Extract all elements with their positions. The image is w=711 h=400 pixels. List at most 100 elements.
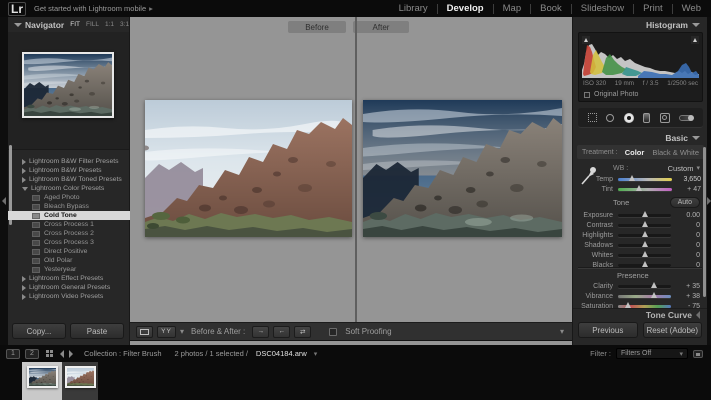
shadow-clipping-indicator[interactable] [582, 36, 590, 44]
preset-item[interactable]: Cross Process 1 [8, 220, 130, 229]
left-panel-collapse-strip[interactable] [0, 17, 8, 345]
slider-knob[interactable] [642, 211, 648, 217]
soft-proofing-checkbox[interactable] [329, 328, 337, 336]
thumbnail-selected[interactable] [22, 362, 62, 400]
preset-item[interactable]: Cross Process 3 [8, 238, 130, 247]
slider-knob[interactable] [642, 251, 648, 257]
zoom-fill[interactable]: FILL [86, 21, 99, 28]
preset-group[interactable]: Lightroom B&W Filter Presets [8, 157, 130, 166]
reset-button[interactable]: Reset (Adobe) [643, 322, 703, 338]
preset-item[interactable]: Yesteryear [8, 265, 130, 274]
treatment-color-option[interactable]: Color [625, 148, 645, 157]
original-photo-checkbox[interactable] [584, 92, 590, 98]
preset-group-expanded[interactable]: Lightroom Color Presets [8, 184, 130, 193]
tool-strip [578, 108, 703, 128]
grid-view-icon[interactable] [46, 350, 53, 357]
highlight-clipping-indicator[interactable] [691, 36, 699, 44]
presence-sliders: Clarity + 35 Vibrance + 38 Saturation - … [573, 281, 707, 311]
preset-group[interactable]: Lightroom General Presets [8, 283, 130, 292]
module-web[interactable]: Web [673, 4, 701, 14]
highlights-slider-track[interactable] [618, 234, 671, 237]
preset-item[interactable]: Old Polar [8, 256, 130, 265]
crop-tool[interactable] [588, 113, 597, 122]
before-after-view-button[interactable]: YY [157, 326, 176, 338]
radial-filter-tool[interactable] [660, 113, 670, 123]
treatment-bw-option[interactable]: Black & White [652, 148, 699, 157]
slider-knob[interactable] [642, 261, 648, 267]
after-photo[interactable] [363, 100, 562, 237]
filter-caret-icon: ▾ [679, 350, 683, 358]
zoom-fit[interactable]: FIT [70, 21, 80, 28]
thumbnail[interactable] [62, 362, 98, 400]
auto-tone-button[interactable]: Auto [670, 197, 700, 208]
selected-filename[interactable]: DSC04184.arw [256, 349, 307, 358]
wb-preset-dropdown[interactable]: Custom [668, 164, 694, 173]
filter-toggle-icon[interactable] [693, 350, 703, 358]
next-photo-arrow-icon[interactable] [69, 350, 73, 358]
iso-value: ISO 320 [583, 80, 606, 87]
previous-photo-arrow-icon[interactable] [60, 350, 64, 358]
second-window-button[interactable]: 2 [25, 349, 39, 359]
module-slideshow[interactable]: Slideshow [572, 4, 634, 14]
lightroom-mobile-promo[interactable]: Get started with Lightroom mobile▸ [34, 4, 153, 13]
navigator-preview[interactable] [22, 52, 114, 118]
paste-button[interactable]: Paste [70, 323, 124, 339]
histogram[interactable]: ISO 320 19 mm f / 3.5 1/2500 sec Origina… [578, 32, 703, 102]
main-window-button[interactable]: 1 [6, 349, 20, 359]
copy-before-to-after-button[interactable]: → [252, 326, 269, 338]
graduated-filter-tool[interactable] [643, 113, 650, 123]
preset-item-selected[interactable]: Cold Tone [8, 211, 130, 220]
toolbar-options-caret-icon[interactable]: ▾ [560, 327, 564, 336]
vibrance-slider-track[interactable] [618, 295, 671, 298]
zoom-1-1[interactable]: 1:1 [105, 21, 114, 28]
basic-panel-header[interactable]: Basic [573, 130, 707, 145]
whites-slider-track[interactable] [618, 254, 671, 257]
preset-group[interactable]: Lightroom B&W Toned Presets [8, 175, 130, 184]
preset-item[interactable]: Aged Photo [8, 193, 130, 202]
tint-slider-track[interactable] [618, 188, 672, 191]
slider-knob[interactable] [642, 231, 648, 237]
slider-knob[interactable] [629, 175, 635, 181]
slider-knob[interactable] [651, 282, 657, 288]
preset-item[interactable]: Bleach Bypass [8, 202, 130, 211]
module-map[interactable]: Map [494, 4, 531, 14]
copy-button[interactable]: Copy... [12, 323, 66, 339]
filename-caret-icon[interactable]: ▾ [314, 350, 318, 358]
previous-button[interactable]: Previous [578, 322, 638, 338]
loupe-view-button[interactable] [136, 326, 153, 338]
zoom-ratio[interactable]: 3:1 [120, 21, 129, 28]
preset-item[interactable]: Direct Positive [8, 247, 130, 256]
slider-knob[interactable] [636, 185, 642, 191]
navigator-header[interactable]: Navigator FIT FILL 1:1 3:1 [8, 17, 129, 32]
spot-removal-tool[interactable] [606, 114, 614, 122]
contrast-slider-track[interactable] [618, 224, 671, 227]
preset-item[interactable]: Cross Process 2 [8, 229, 130, 238]
exposure-slider-track[interactable] [618, 214, 671, 217]
adjustment-brush-tool[interactable] [679, 115, 693, 121]
module-library[interactable]: Library [390, 4, 438, 14]
slider-knob[interactable] [642, 241, 648, 247]
module-print[interactable]: Print [634, 4, 673, 14]
swap-before-after-button[interactable]: ⇄ [294, 326, 311, 338]
red-eye-tool[interactable] [624, 113, 634, 123]
module-develop[interactable]: Develop [438, 4, 494, 14]
group-expanded-icon [22, 187, 28, 191]
preset-group[interactable]: Lightroom B&W Presets [8, 166, 130, 175]
preset-group[interactable]: Lightroom Effect Presets [8, 274, 130, 283]
clarity-slider-track[interactable] [618, 285, 671, 288]
right-panel-scrollbar[interactable] [703, 147, 706, 297]
view-mode-caret-icon[interactable]: ▾ [180, 327, 184, 336]
tone-curve-panel-header[interactable]: Tone Curve [573, 308, 707, 320]
histogram-header[interactable]: Histogram [573, 17, 707, 32]
copy-after-to-before-button[interactable]: ← [273, 326, 290, 338]
slider-knob[interactable] [642, 221, 648, 227]
filter-dropdown[interactable]: Filters Off ▾ [616, 348, 688, 359]
collection-breadcrumb[interactable]: Collection : Filter Brush [84, 349, 162, 358]
slider-knob[interactable] [625, 302, 631, 308]
module-book[interactable]: Book [531, 4, 572, 14]
temp-slider-track[interactable] [618, 178, 672, 181]
before-photo[interactable] [145, 100, 352, 237]
slider-knob[interactable] [651, 292, 657, 298]
shadows-slider-track[interactable] [618, 244, 671, 247]
preset-group[interactable]: Lightroom Video Presets [8, 292, 130, 301]
